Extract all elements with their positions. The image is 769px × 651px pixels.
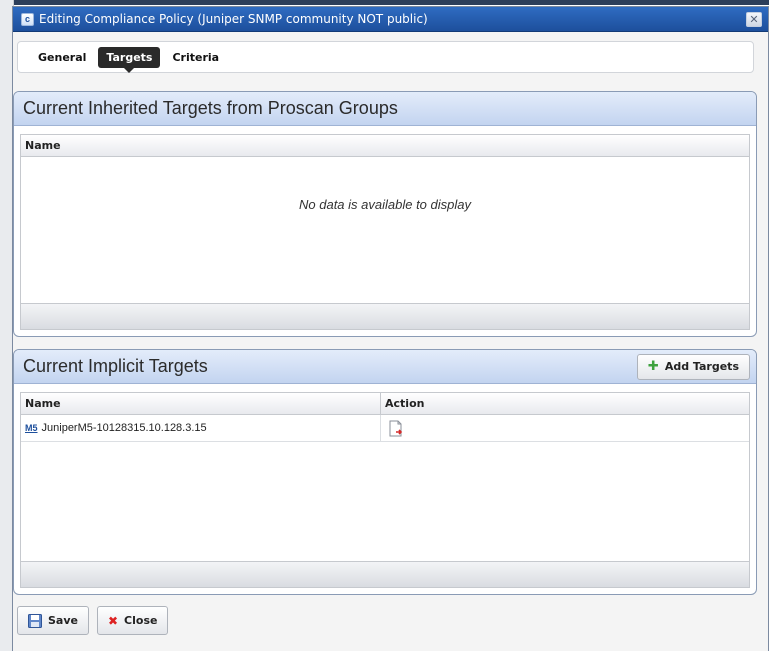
inherited-targets-panel: Current Inherited Targets from Proscan G… xyxy=(13,91,757,337)
document-remove-icon[interactable] xyxy=(389,420,403,437)
device-name: JuniperM5-10128315.10.128.3.15 xyxy=(41,422,207,434)
grid-footer xyxy=(21,561,749,587)
name-cell: M5 JuniperM5-10128315.10.128.3.15 xyxy=(21,415,381,441)
add-targets-button[interactable]: ✚ Add Targets xyxy=(636,353,750,380)
save-icon xyxy=(28,613,42,628)
grid-footer xyxy=(21,303,749,329)
empty-message: No data is available to display xyxy=(299,197,471,212)
column-header-name[interactable]: Name xyxy=(21,393,381,414)
plus-icon: ✚ xyxy=(647,359,659,374)
column-header-action[interactable]: Action xyxy=(381,393,749,414)
close-icon[interactable]: ✕ xyxy=(746,11,762,27)
close-label: Close xyxy=(124,614,158,627)
tab-bar: General Targets Criteria xyxy=(17,41,754,73)
device-icon: M5 xyxy=(25,422,38,433)
tab-general[interactable]: General xyxy=(30,47,94,68)
save-button[interactable]: Save xyxy=(17,606,89,635)
implicit-targets-panel: Current Implicit Targets ✚ Add Targets N… xyxy=(13,349,757,595)
implicit-targets-grid: Name Action M5 JuniperM5-10128315.10.128… xyxy=(20,392,750,588)
close-x-icon: ✖ xyxy=(107,613,119,628)
table-row[interactable]: M5 JuniperM5-10128315.10.128.3.15 xyxy=(21,415,749,442)
inherited-panel-header: Current Inherited Targets from Proscan G… xyxy=(14,92,756,126)
action-cell xyxy=(381,415,749,441)
close-button[interactable]: ✖ Close xyxy=(96,606,169,635)
dialog-footer: Save ✖ Close xyxy=(17,606,169,635)
background-header xyxy=(0,0,769,5)
dialog-title: Editing Compliance Policy (Juniper SNMP … xyxy=(39,12,428,26)
tab-criteria[interactable]: Criteria xyxy=(164,47,227,68)
save-label: Save xyxy=(48,614,78,627)
column-header-name[interactable]: Name xyxy=(21,135,749,156)
grid-header: Name xyxy=(21,135,749,157)
grid-header: Name Action xyxy=(21,393,749,415)
compliance-policy-dialog: c Editing Compliance Policy (Juniper SNM… xyxy=(12,6,769,651)
implicit-panel-title: Current Implicit Targets xyxy=(23,356,208,376)
dialog-titlebar[interactable]: c Editing Compliance Policy (Juniper SNM… xyxy=(13,7,768,32)
inherited-targets-grid: Name No data is available to display xyxy=(20,134,750,330)
implicit-panel-header: Current Implicit Targets ✚ Add Targets xyxy=(14,350,756,384)
app-icon: c xyxy=(21,12,34,26)
inherited-panel-title: Current Inherited Targets from Proscan G… xyxy=(23,98,398,118)
add-targets-label: Add Targets xyxy=(664,360,739,373)
tab-targets[interactable]: Targets xyxy=(98,46,161,73)
